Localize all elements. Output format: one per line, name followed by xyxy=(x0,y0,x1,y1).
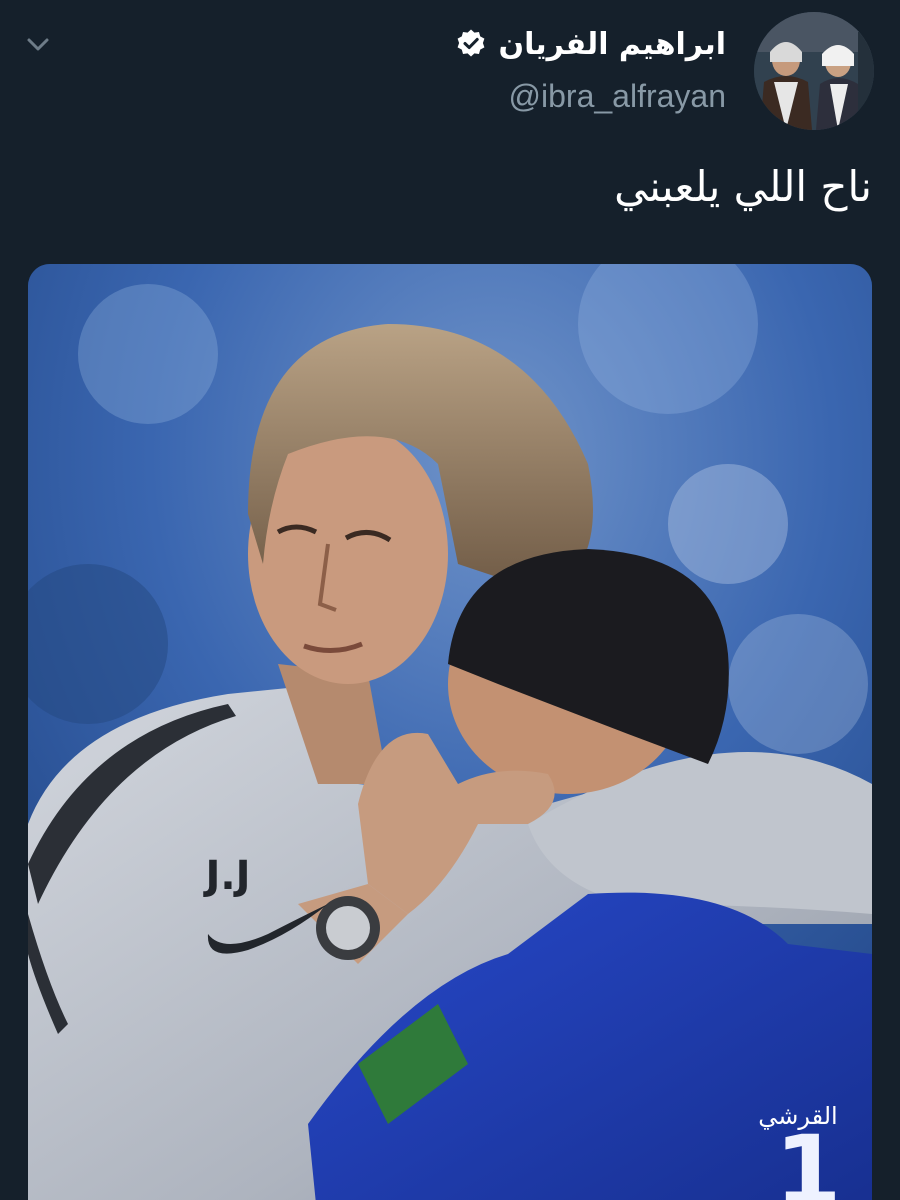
verified-badge-icon xyxy=(457,29,484,57)
author-name-row[interactable]: ابراهيم الفريان xyxy=(455,22,726,66)
jacket-initials: J.J xyxy=(203,853,251,899)
display-name[interactable]: ابراهيم الفريان xyxy=(499,27,726,62)
chevron-down-icon[interactable] xyxy=(24,30,52,58)
tweet-text: ناح اللي يلعبني xyxy=(614,162,872,211)
jersey-number: 1 xyxy=(775,1115,842,1200)
tweet-screen: ابراهيم الفريان @ibra_alfrayan ناح اللي … xyxy=(0,0,900,1200)
tweet-photo[interactable]: القرشي 1 J.J xyxy=(28,264,872,1200)
avatar-photo xyxy=(754,12,874,130)
user-handle[interactable]: @ibra_alfrayan xyxy=(509,78,726,115)
photo-illustration: القرشي 1 J.J xyxy=(28,264,872,1200)
avatar[interactable] xyxy=(754,12,874,130)
